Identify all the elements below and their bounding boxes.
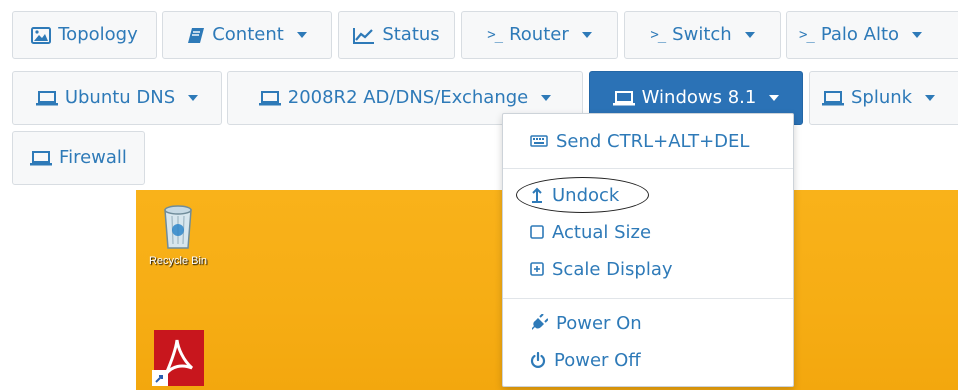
menu-item-label: Power On (556, 312, 642, 334)
tab-label: Status (382, 24, 440, 45)
undock-arrow-icon (532, 187, 542, 203)
tab-label: Splunk (851, 87, 913, 108)
terminal-icon: >_ (487, 27, 503, 43)
lab-toolbar: Topology Content Status >_ Router >_ Swi… (0, 0, 958, 190)
recycle-bin-shortcut[interactable]: Recycle Bin (142, 204, 214, 267)
adobe-pdf-icon (152, 330, 204, 386)
tab-label: Switch (672, 24, 732, 45)
menu-item-label: Scale Display (552, 258, 673, 280)
tab-label: Topology (58, 24, 138, 45)
book-icon (188, 27, 205, 43)
chevron-down-icon (912, 32, 923, 38)
chevron-down-icon (296, 32, 307, 38)
menu-item-scale-display[interactable]: Scale Display (503, 254, 793, 284)
menu-divider (503, 298, 793, 299)
tab-firewall[interactable]: Firewall (12, 131, 145, 185)
tab-label: Palo Alto (820, 24, 900, 45)
adobe-reader-shortcut[interactable] (152, 330, 206, 386)
menu-item-undock[interactable]: Undock (503, 180, 793, 210)
chevron-down-icon (744, 32, 755, 38)
terminal-icon: >_ (799, 27, 815, 43)
keyboard-icon (530, 135, 548, 147)
tab-router[interactable]: >_ Router (461, 11, 618, 59)
laptop-icon (612, 90, 635, 105)
tab-label: Ubuntu DNS (64, 87, 176, 108)
terminal-icon: >_ (650, 27, 666, 43)
windows-vm-dropdown-menu: Send CTRL+ALT+DEL Undock Actual Size Sca… (502, 113, 794, 387)
chevron-down-icon (188, 95, 199, 101)
tab-content[interactable]: Content (162, 11, 332, 59)
menu-item-power-on[interactable]: Power On (503, 308, 793, 338)
menu-item-label: Actual Size (552, 221, 652, 243)
tab-topology[interactable]: Topology (12, 11, 157, 59)
tab-label: Content (212, 24, 284, 45)
chevron-down-icon (541, 95, 552, 101)
plus-square-icon (530, 262, 544, 276)
laptop-icon (35, 90, 58, 105)
menu-item-actual-size[interactable]: Actual Size (503, 217, 793, 247)
tab-splunk[interactable]: Splunk (809, 71, 958, 125)
chevron-down-icon (769, 95, 780, 101)
menu-item-send-ctrl-alt-del[interactable]: Send CTRL+ALT+DEL (503, 126, 793, 156)
menu-item-label: Power Off (554, 349, 641, 371)
laptop-icon (30, 150, 53, 165)
tab-ubuntu-dns[interactable]: Ubuntu DNS (12, 71, 222, 125)
chevron-down-icon (581, 32, 592, 38)
plug-icon (532, 314, 548, 330)
image-icon (31, 26, 52, 44)
tab-label: 2008R2 AD/DNS/Exchange (287, 87, 529, 108)
tab-switch[interactable]: >_ Switch (624, 11, 781, 59)
menu-item-label: Undock (552, 184, 620, 206)
chevron-down-icon (925, 95, 936, 101)
menu-item-label: Send CTRL+ALT+DEL (556, 130, 750, 152)
recycle-bin-icon (164, 205, 192, 249)
menu-item-power-off[interactable]: Power Off (503, 345, 793, 375)
laptop-icon (258, 90, 281, 105)
tab-label: Firewall (59, 147, 127, 168)
tab-label: Router (509, 24, 569, 45)
laptop-icon (822, 90, 844, 105)
menu-divider (503, 168, 793, 169)
tab-palo-alto[interactable]: >_ Palo Alto (786, 11, 958, 59)
power-icon (530, 352, 546, 368)
recycle-bin-label: Recycle Bin (148, 255, 208, 267)
tab-status[interactable]: Status (338, 11, 455, 59)
tab-label: Windows 8.1 (641, 87, 757, 108)
line-chart-icon (353, 27, 375, 44)
square-icon (530, 225, 544, 239)
